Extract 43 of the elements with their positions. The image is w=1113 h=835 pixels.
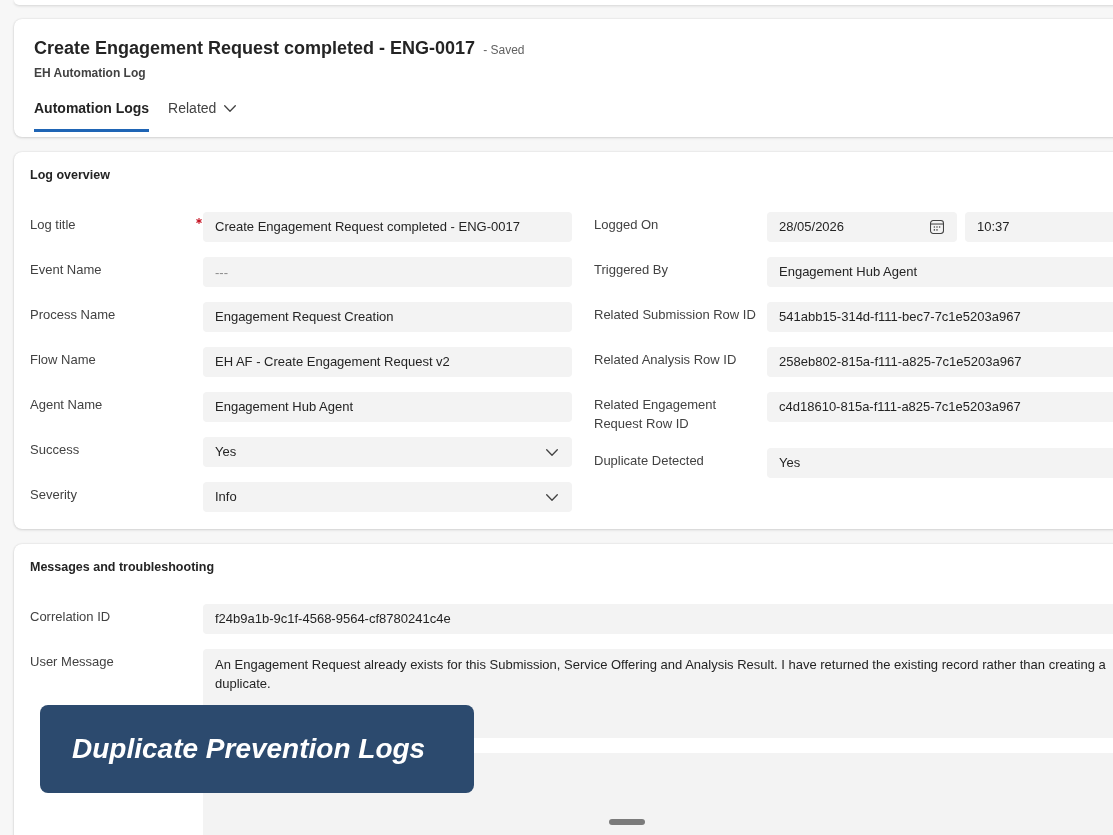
text-field[interactable]: EH AF - Create Engagement Request v2 [203, 347, 572, 377]
text-field[interactable]: Create Engagement Request completed - ENG-0017 [203, 212, 572, 242]
field-label: Success [30, 442, 80, 457]
text-field[interactable]: Engagement Request Creation [203, 302, 572, 332]
text-field[interactable]: 541abb15-314d-f111-bec7-7c1e5203a967 [767, 302, 1113, 332]
text-field[interactable]: Yes [767, 448, 1113, 478]
record-title: Create Engagement Request completed - ENG-0017 [34, 37, 476, 60]
chevron-down-icon [224, 104, 237, 112]
section-title: Messages and troubleshooting [30, 559, 216, 576]
field-label: Agent Name [30, 397, 103, 412]
date-field[interactable]: 28/05/2026 [767, 212, 957, 242]
field-label: Related Submission Row ID [594, 307, 756, 322]
field-label: Correlation ID [30, 609, 111, 624]
text-field[interactable]: f24b9a1b-9c1f-4568-9564-cf8780241c4e [203, 604, 1113, 634]
entity-name: EH Automation Log [34, 65, 147, 81]
field-label: Event Name [30, 262, 102, 277]
field-label: Duplicate Detected [594, 453, 704, 468]
calendar-icon[interactable] [930, 220, 944, 234]
text-field[interactable]: c4d18610-815a-f111-a825-7c1e5203a967 [767, 392, 1113, 422]
text-field[interactable]: Engagement Hub Agent [767, 257, 1113, 287]
grip-handle-icon[interactable] [609, 819, 645, 825]
caption-toast: Duplicate Prevention Logs [40, 705, 474, 793]
field-label: Severity [30, 487, 77, 502]
chevron-down-icon [546, 448, 558, 456]
tab[interactable]: Automation Logs [34, 95, 150, 132]
field-label: Logged On [594, 217, 659, 232]
field-label: Related Analysis Row ID [594, 352, 737, 367]
field-label: Log title [30, 217, 76, 232]
field-label: User Message [30, 654, 114, 669]
select-field[interactable]: Info [203, 482, 572, 512]
save-status: - Saved [483, 42, 525, 59]
field-label: Triggered By [594, 262, 668, 277]
field-label: Flow Name [30, 352, 96, 367]
time-field[interactable]: 10:37 [965, 212, 1113, 242]
field-label: Related Engagement Request Row ID [594, 397, 717, 431]
text-field[interactable]: Engagement Hub Agent [203, 392, 572, 422]
field-label: Process Name [30, 307, 116, 322]
text-field[interactable]: 258eb802-815a-f111-a825-7c1e5203a967 [767, 347, 1113, 377]
select-field[interactable]: Yes [203, 437, 572, 467]
section-title: Log overview [30, 167, 111, 184]
tab[interactable]: Related [168, 95, 237, 132]
text-field[interactable]: --- [203, 257, 572, 287]
chevron-down-icon [546, 493, 558, 501]
